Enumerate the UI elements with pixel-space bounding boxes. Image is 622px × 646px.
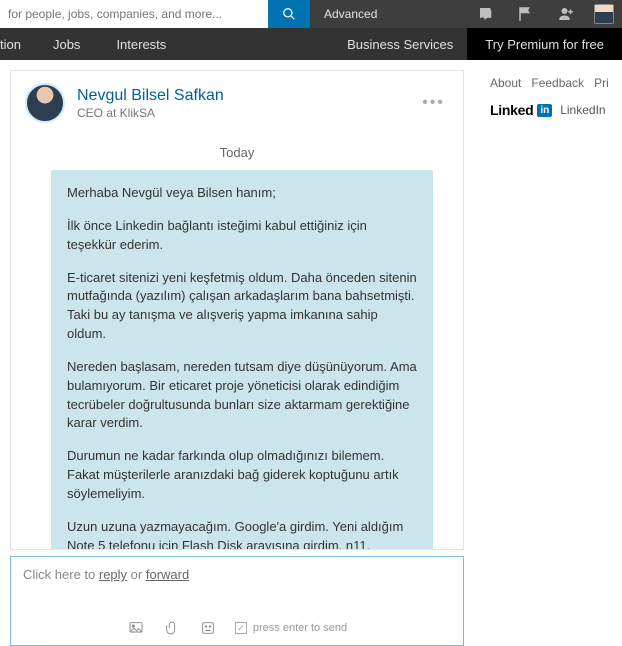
smiley-icon [200,620,216,636]
secondary-nav: tion Jobs Interests Business Services Tr… [0,28,622,60]
sender-avatar[interactable] [25,83,65,123]
paperclip-icon [164,620,180,636]
card-header: Nevgul Bilsel Safkan CEO at KlikSA ••• [11,71,463,133]
logo-word: Linked [490,102,533,118]
message-card: Nevgul Bilsel Safkan CEO at KlikSA ••• T… [10,70,464,550]
forward-link[interactable]: forward [146,567,189,582]
msg-paragraph: Merhaba Nevgül veya Bilsen hanım; [67,184,417,203]
msg-text: Uzun uzuna yazmayacağım. Google'a girdim… [67,519,403,549]
add-contact-icon[interactable] [546,0,586,28]
messages-icon[interactable] [466,0,506,28]
reply-link[interactable]: reply [99,567,127,582]
me-avatar[interactable] [586,0,622,28]
advanced-search-link[interactable]: Advanced [310,0,391,28]
sender-title: CEO at KlikSA [77,106,418,120]
msg-paragraph: Uzun uzuna yazmayacağım. Google'a girdim… [67,518,417,549]
logo-tagline: LinkedIn [560,103,605,117]
nav-item-truncated[interactable]: tion [0,37,35,52]
reply-mid: or [127,567,146,582]
reply-prefix: Click here to [23,567,99,582]
logo-in-badge: in [537,104,552,117]
msg-paragraph: E-ticaret sitenizi yeni keşfetmiş oldum.… [67,269,417,344]
message-scroll-area[interactable]: Merhaba Nevgül veya Bilsen hanım; İlk ön… [11,170,463,549]
press-enter-label: press enter to send [253,622,347,634]
privacy-link[interactable]: Pri [594,76,609,90]
message-bubble: Merhaba Nevgül veya Bilsen hanım; İlk ön… [51,170,433,549]
msg-paragraph: Durumun ne kadar farkında olup olmadığın… [67,447,417,504]
footer-links: About Feedback Pri [490,76,618,90]
reply-toolbar: ✓ press enter to send [11,613,463,645]
search-icon [282,7,296,21]
more-options-button[interactable]: ••• [418,94,449,112]
press-enter-option[interactable]: ✓ press enter to send [235,622,347,634]
sender-name[interactable]: Nevgul Bilsel Safkan [77,87,418,105]
avatar-image [594,4,614,24]
main-column: Nevgul Bilsel Safkan CEO at KlikSA ••• T… [0,60,474,640]
date-separator: Today [11,133,463,170]
press-enter-checkbox[interactable]: ✓ [235,622,247,634]
search-button[interactable] [268,0,310,28]
flag-icon[interactable] [506,0,546,28]
nav-item-jobs[interactable]: Jobs [35,37,98,52]
attach-file-button[interactable] [163,619,181,637]
msg-paragraph: Nereden başlasam, nereden tutsam diye dü… [67,358,417,433]
nav-item-business-services[interactable]: Business Services [333,37,467,52]
topbar: Advanced [0,0,622,28]
reply-box: Click here to reply or forward ✓ press e… [10,556,464,646]
about-link[interactable]: About [490,76,521,90]
nav-item-interests[interactable]: Interests [98,37,184,52]
insert-image-button[interactable] [127,619,145,637]
nav-item-premium[interactable]: Try Premium for free [467,28,622,60]
emoji-button[interactable] [199,619,217,637]
search-input[interactable] [0,0,268,28]
msg-paragraph: İlk önce Linkedin bağlantı isteğimi kabu… [67,217,417,255]
side-column: About Feedback Pri Linked in LinkedIn [474,60,622,640]
feedback-link[interactable]: Feedback [531,76,584,90]
linkedin-logo[interactable]: Linked in LinkedIn [490,102,618,118]
reply-input[interactable]: Click here to reply or forward [11,557,463,613]
image-icon [128,620,144,636]
